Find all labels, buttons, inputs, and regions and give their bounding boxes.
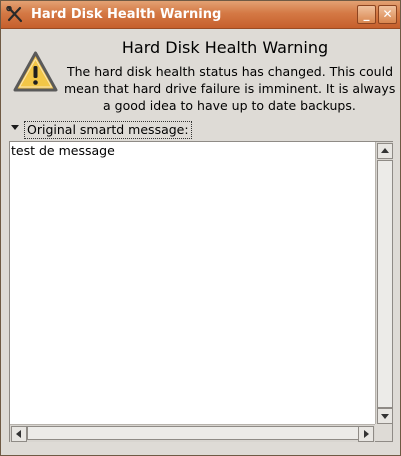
arrow-left-icon — [16, 430, 21, 438]
horizontal-scroll-thumb[interactable] — [27, 426, 359, 440]
dialog-body-line: a good idea to have up to date backups. — [103, 98, 356, 113]
warning-dialog-window: Hard Disk Health Warning _ ✕ Hard Disk H… — [0, 0, 401, 456]
scrollbar-corner — [375, 424, 392, 441]
window-title: Hard Disk Health Warning — [31, 7, 222, 22]
expander-arrow-icon[interactable] — [11, 125, 19, 130]
arrow-right-icon — [364, 430, 369, 438]
message-text[interactable]: test de message — [11, 143, 115, 158]
expander-label[interactable]: Original smartd message: — [24, 121, 192, 139]
scroll-down-button[interactable] — [377, 408, 393, 424]
vertical-scroll-thumb[interactable] — [377, 160, 393, 408]
scroll-up-button[interactable] — [377, 143, 393, 159]
arrow-up-icon — [381, 148, 389, 153]
tools-icon[interactable] — [6, 6, 24, 24]
close-button[interactable]: ✕ — [378, 5, 397, 24]
arrow-down-icon — [381, 414, 389, 419]
scroll-left-button[interactable] — [11, 426, 27, 442]
dialog-body-line: mean that hard drive failure is imminent… — [64, 81, 396, 96]
dialog-heading: Hard Disk Health Warning — [121, 38, 329, 57]
minimize-button[interactable]: _ — [357, 5, 376, 24]
vertical-scrollbar[interactable] — [375, 142, 393, 424]
title-bar[interactable]: Hard Disk Health Warning _ ✕ — [1, 1, 400, 29]
warning-icon — [13, 51, 58, 92]
scroll-right-button[interactable] — [358, 426, 374, 442]
smartd-message-textview[interactable]: test de message — [9, 141, 393, 442]
dialog-body-line: The hard disk health status has changed.… — [67, 64, 394, 79]
horizontal-scrollbar[interactable] — [10, 424, 375, 442]
